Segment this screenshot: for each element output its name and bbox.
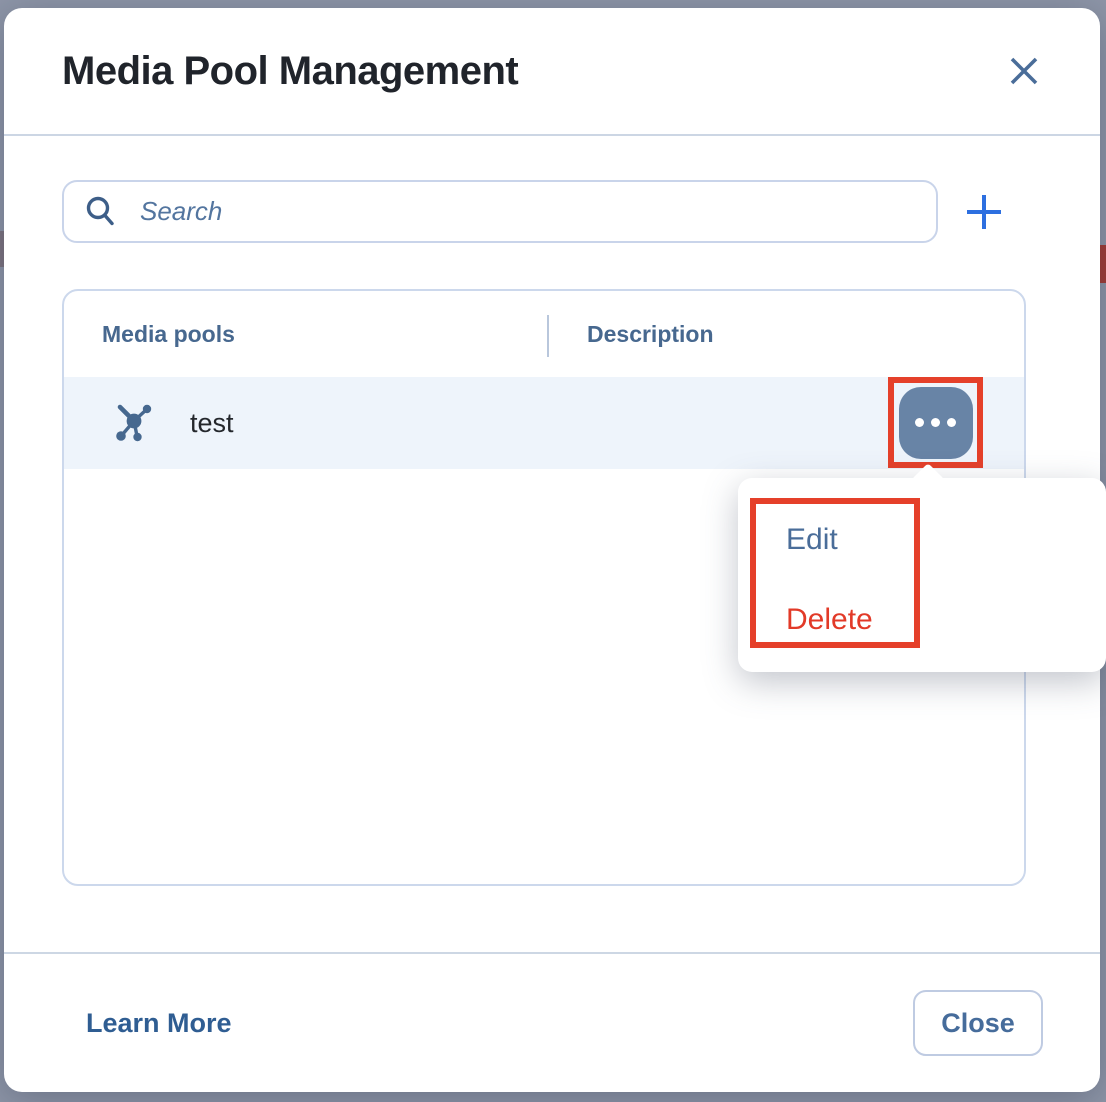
- ellipsis-icon: [915, 418, 924, 427]
- row-actions-menu: Edit Delete: [738, 478, 1106, 672]
- ellipsis-icon: [947, 418, 956, 427]
- search-input-wrapper: [62, 180, 938, 243]
- media-pool-icon: [114, 402, 156, 444]
- dialog-header: Media Pool Management: [4, 8, 1100, 136]
- close-button[interactable]: Close: [913, 990, 1043, 1056]
- dialog-title: Media Pool Management: [62, 49, 518, 94]
- close-x-glyph: [1006, 53, 1042, 89]
- search-input[interactable]: [140, 182, 916, 241]
- plus-icon: [964, 192, 1004, 232]
- ellipsis-icon: [931, 418, 940, 427]
- dialog-footer: Learn More Close: [4, 952, 1100, 1092]
- search-icon: [84, 195, 118, 229]
- search-toolbar: [62, 180, 1042, 243]
- column-divider: [547, 315, 549, 357]
- media-pool-name: test: [190, 408, 234, 439]
- menu-item-edit[interactable]: Edit: [786, 518, 838, 562]
- menu-item-delete[interactable]: Delete: [786, 598, 873, 642]
- learn-more-link[interactable]: Learn More: [86, 1008, 232, 1039]
- close-icon[interactable]: [1002, 49, 1046, 93]
- row-actions-button[interactable]: [899, 387, 973, 459]
- annotation-highlight-ellipsis: [888, 377, 983, 468]
- column-header-media-pools: Media pools: [64, 321, 547, 348]
- table-header-row: Media pools Description: [64, 291, 1024, 377]
- table-row[interactable]: test: [64, 377, 1024, 469]
- add-media-pool-button[interactable]: [962, 190, 1006, 234]
- column-header-description: Description: [547, 321, 714, 348]
- annotation-highlight-menu: Edit Delete: [750, 498, 920, 648]
- background-red-element: [1100, 245, 1106, 283]
